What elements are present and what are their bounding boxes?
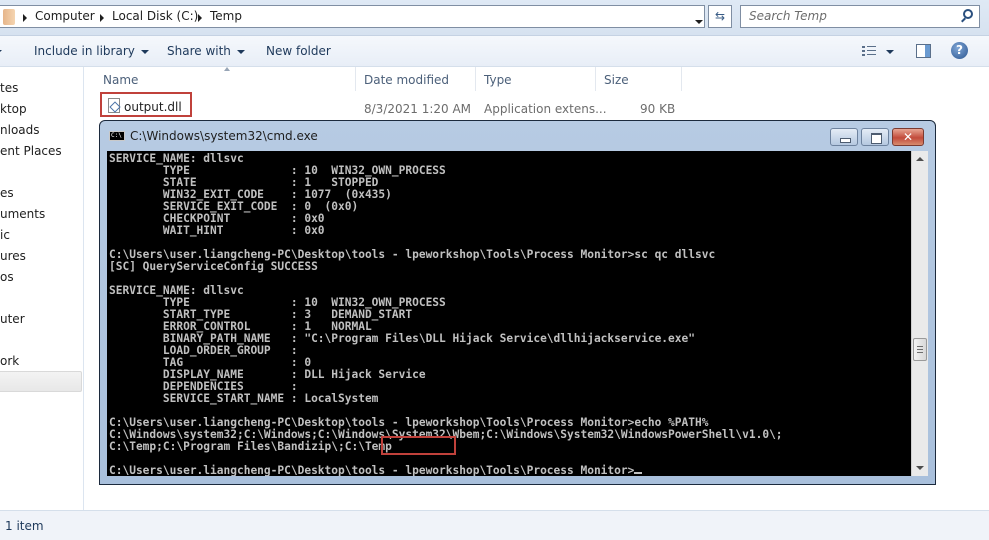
cmd-window-title: C:\Windows\system32\cmd.exe bbox=[130, 129, 318, 143]
nav-item-recent-places[interactable]: ent Places bbox=[0, 144, 62, 158]
scrollbar-thumb[interactable] bbox=[913, 338, 927, 361]
item-count: 1 item bbox=[5, 519, 44, 533]
command-bar: Include in library Share with New folder… bbox=[0, 35, 989, 67]
column-divider[interactable] bbox=[681, 67, 682, 91]
change-view-icon[interactable] bbox=[862, 45, 876, 57]
nav-item-network[interactable]: ork bbox=[0, 354, 19, 368]
column-divider[interactable] bbox=[595, 67, 596, 91]
nav-item-downloads[interactable]: nloads bbox=[0, 123, 40, 137]
refresh-icon: ⇆ bbox=[714, 9, 726, 23]
nav-item-videos[interactable]: os bbox=[0, 270, 14, 284]
console-line: SERVICE_START_NAME : LocalSystem bbox=[109, 392, 379, 405]
console-line: C:\Temp;C:\Program Files\Bandizip\;C:\Te… bbox=[109, 440, 392, 453]
nav-item-favorites[interactable]: tes bbox=[0, 81, 18, 95]
status-bar: 1 item bbox=[0, 510, 989, 540]
address-bar[interactable]: Computer Local Disk (C:) Temp bbox=[0, 5, 705, 28]
navigation-pane: tes ktop nloads ent Places es uments ic … bbox=[0, 67, 84, 510]
file-name[interactable]: output.dll bbox=[124, 100, 182, 114]
column-header-size[interactable]: Size bbox=[604, 73, 629, 87]
column-header-type[interactable]: Type bbox=[484, 73, 512, 87]
sort-ascending-icon bbox=[224, 67, 230, 71]
column-divider[interactable] bbox=[355, 67, 356, 91]
share-with-label: Share with bbox=[167, 44, 231, 58]
console-line: [SC] QueryServiceConfig SUCCESS bbox=[109, 260, 318, 273]
close-button[interactable]: ✕ bbox=[892, 128, 924, 146]
dll-file-icon bbox=[108, 98, 120, 113]
nav-item-music[interactable]: ic bbox=[0, 228, 10, 242]
file-size: 90 KB bbox=[640, 102, 676, 116]
new-folder-button[interactable]: New folder bbox=[266, 44, 331, 58]
search-input[interactable]: Search Temp bbox=[740, 5, 980, 28]
nav-item-documents[interactable]: uments bbox=[0, 207, 45, 221]
help-icon[interactable]: ? bbox=[951, 42, 968, 59]
breadcrumb-local-disk[interactable]: Local Disk (C:) bbox=[112, 9, 198, 23]
organize-caret-icon[interactable] bbox=[0, 44, 2, 58]
file-date-modified: 8/3/2021 1:20 AM bbox=[364, 102, 472, 116]
address-dropdown-icon[interactable] bbox=[695, 20, 703, 24]
share-with-button[interactable]: Share with bbox=[167, 44, 245, 58]
nav-item-libraries[interactable]: es bbox=[0, 186, 14, 200]
console-scrollbar[interactable] bbox=[911, 151, 928, 476]
chevron-right-icon[interactable] bbox=[100, 14, 104, 22]
column-header-date-modified[interactable]: Date modified bbox=[364, 73, 449, 87]
view-options-dropdown-icon[interactable] bbox=[886, 50, 894, 54]
nav-item-pictures[interactable]: ures bbox=[0, 249, 26, 263]
close-icon: ✕ bbox=[902, 130, 914, 144]
nav-item-computer[interactable]: uter bbox=[0, 312, 25, 326]
console-line: WAIT_HINT : 0x0 bbox=[109, 224, 325, 237]
address-row: Computer Local Disk (C:) Temp ⇆ Search T… bbox=[0, 0, 989, 35]
scroll-up-icon[interactable] bbox=[916, 157, 924, 161]
chevron-right-icon[interactable] bbox=[23, 14, 27, 22]
minimize-button[interactable] bbox=[830, 128, 858, 146]
include-in-library-button[interactable]: Include in library bbox=[34, 44, 149, 58]
include-in-library-label: Include in library bbox=[34, 44, 135, 58]
refresh-button[interactable]: ⇆ bbox=[708, 5, 732, 28]
chevron-down-icon bbox=[140, 49, 149, 54]
console-output[interactable]: SERVICE_NAME: dllsvc TYPE : 10 WIN32_OWN… bbox=[107, 151, 911, 476]
text-cursor bbox=[634, 472, 643, 474]
path-highlight-box bbox=[381, 436, 456, 455]
search-placeholder: Search Temp bbox=[749, 9, 827, 23]
column-divider[interactable] bbox=[475, 67, 476, 91]
nav-item-desktop[interactable]: ktop bbox=[0, 102, 27, 116]
chevron-right-icon[interactable] bbox=[198, 14, 202, 22]
console-line: C:\Users\user.liangcheng-PC\Desktop\tool… bbox=[109, 465, 911, 476]
maximize-button[interactable] bbox=[861, 128, 889, 146]
scroll-down-icon[interactable] bbox=[916, 466, 924, 470]
chevron-down-icon bbox=[236, 49, 245, 54]
preview-pane-icon[interactable] bbox=[916, 44, 931, 58]
folder-icon bbox=[3, 9, 15, 25]
column-header-name[interactable]: Name bbox=[103, 73, 138, 87]
cmd-window[interactable]: C:\ C:\Windows\system32\cmd.exe ✕ SERVIC… bbox=[99, 120, 936, 485]
nav-selection-highlight bbox=[0, 371, 82, 392]
file-type: Application extens... bbox=[484, 102, 607, 116]
cmd-icon: C:\ bbox=[109, 131, 125, 141]
search-icon[interactable] bbox=[963, 9, 973, 19]
breadcrumb-computer[interactable]: Computer bbox=[35, 9, 95, 23]
breadcrumb-temp[interactable]: Temp bbox=[210, 9, 242, 23]
